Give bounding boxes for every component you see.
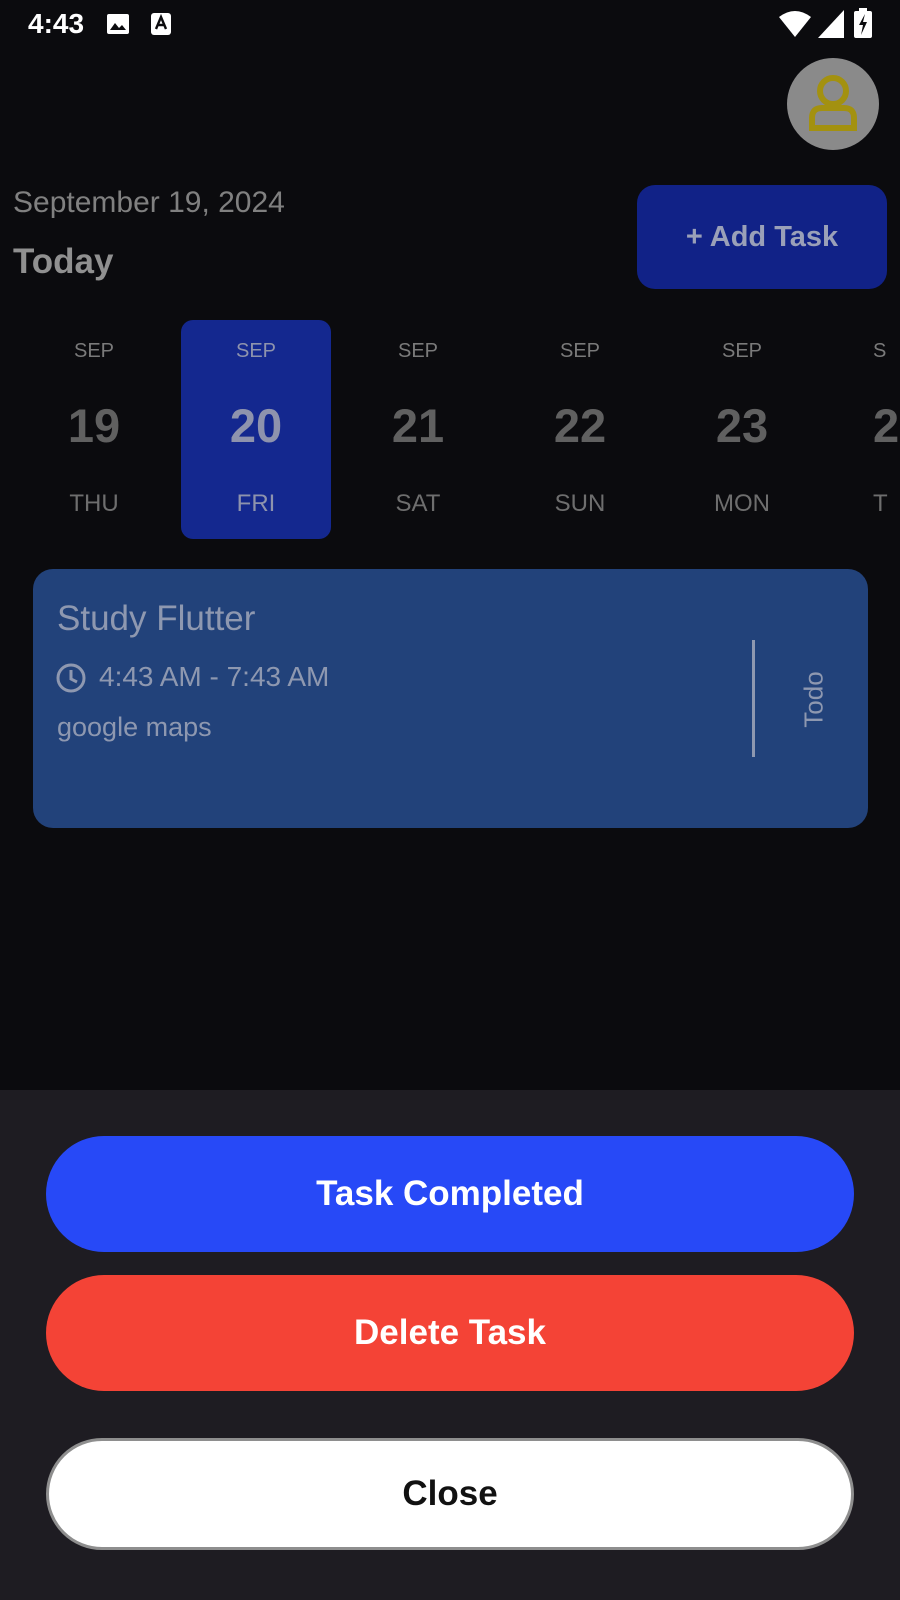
date-month: SEP bbox=[721, 340, 763, 362]
task-note: google maps bbox=[57, 712, 212, 742]
date-month: SEP bbox=[559, 340, 601, 362]
task-card[interactable]: Study Flutter 4:43 AM - 7:43 AM google m… bbox=[33, 569, 868, 828]
date-day: 23 bbox=[715, 399, 769, 452]
date-item[interactable]: SEP 23 MON bbox=[667, 320, 817, 539]
date-weekday: MON bbox=[714, 490, 770, 517]
date-item-partial[interactable]: S 2 T bbox=[873, 320, 900, 539]
task-status-label: Todo bbox=[798, 670, 829, 728]
person-icon bbox=[809, 75, 857, 131]
task-completed-button[interactable]: Task Completed bbox=[46, 1136, 854, 1252]
close-button[interactable]: Close bbox=[46, 1438, 854, 1550]
avatar[interactable] bbox=[787, 58, 879, 150]
date-day: 20 bbox=[229, 399, 283, 452]
date-month: SEP bbox=[397, 340, 439, 362]
status-time: 4:43 bbox=[28, 8, 85, 39]
keyboard-a-notification-icon bbox=[151, 13, 171, 35]
battery-charging-icon bbox=[854, 8, 872, 38]
task-title: Study Flutter bbox=[57, 599, 256, 638]
date-item[interactable]: SEP 22 SUN bbox=[505, 320, 655, 539]
clock-icon bbox=[56, 663, 86, 693]
task-time: 4:43 AM - 7:43 AM bbox=[99, 661, 330, 692]
delete-task-button[interactable]: Delete Task bbox=[46, 1275, 854, 1391]
date-day: 2 bbox=[873, 399, 900, 452]
task-status: Todo bbox=[794, 639, 834, 759]
dark-mode-moon-icon[interactable] bbox=[38, 82, 78, 130]
wifi-icon bbox=[779, 11, 811, 37]
add-task-button[interactable]: + Add Task bbox=[637, 185, 887, 289]
date-weekday: SAT bbox=[395, 490, 441, 517]
date-weekday: T bbox=[873, 490, 888, 517]
current-date: September 19, 2024 bbox=[13, 186, 285, 219]
cell-signal-icon bbox=[818, 10, 844, 38]
page-title: Today bbox=[13, 242, 114, 281]
date-weekday: THU bbox=[69, 490, 119, 517]
date-item-selected[interactable]: SEP 20 FRI bbox=[181, 320, 331, 539]
date-item[interactable]: SEP 19 THU bbox=[19, 320, 169, 539]
date-month: SEP bbox=[73, 340, 115, 362]
date-month: S bbox=[873, 340, 887, 362]
date-day: 19 bbox=[67, 399, 121, 452]
bottom-sheet: Task Completed Delete Task Close bbox=[0, 1090, 900, 1600]
date-day: 21 bbox=[391, 399, 445, 452]
image-notification-icon bbox=[107, 14, 129, 34]
date-weekday: SUN bbox=[554, 490, 606, 517]
date-day: 22 bbox=[553, 399, 607, 452]
date-weekday: FRI bbox=[236, 490, 276, 517]
date-item[interactable]: SEP 21 SAT bbox=[343, 320, 493, 539]
date-month: SEP bbox=[235, 340, 277, 362]
task-divider bbox=[752, 640, 755, 757]
